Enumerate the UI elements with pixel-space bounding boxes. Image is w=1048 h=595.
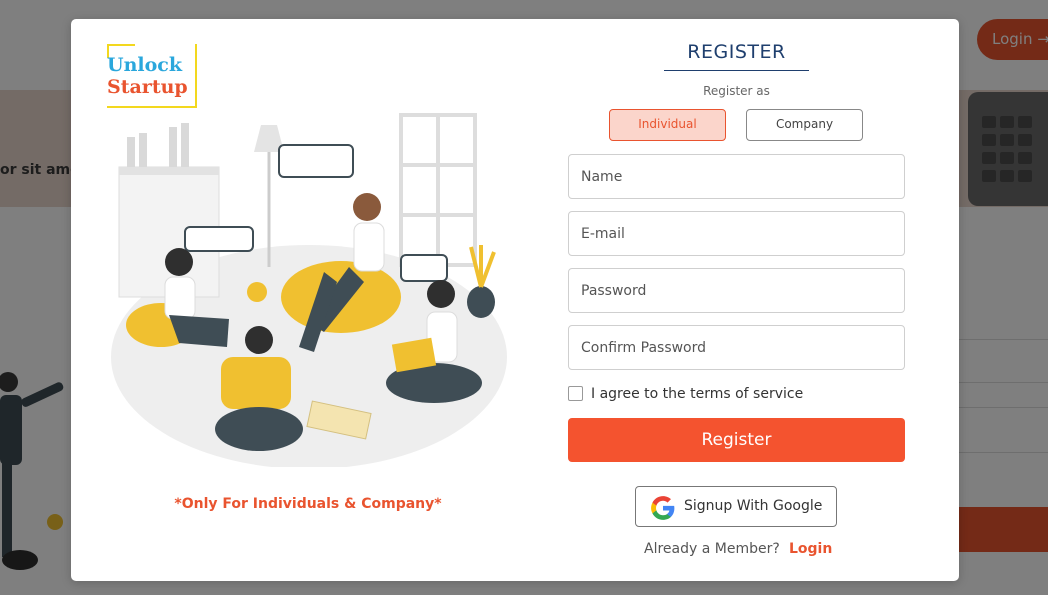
logo-text-line1: Unlock <box>107 54 183 76</box>
logo-frame-corner <box>107 44 135 46</box>
email-field[interactable] <box>568 211 905 256</box>
confirm-password-field[interactable] <box>568 325 905 370</box>
name-field[interactable] <box>568 154 905 199</box>
register-as-label: Register as <box>703 84 770 98</box>
register-button[interactable]: Register <box>568 418 905 462</box>
title-underline <box>664 70 809 71</box>
register-title: REGISTER <box>687 41 786 63</box>
register-modal: Unlock Startup *Only For Individuals & C… <box>71 19 959 581</box>
google-signup-label: Signup With Google <box>684 498 823 514</box>
password-field[interactable] <box>568 268 905 313</box>
account-type-individual-button[interactable]: Individual <box>609 109 726 141</box>
eligibility-note: *Only For Individuals & Company* <box>174 496 442 512</box>
member-prompt: Already a Member? <box>644 541 780 557</box>
google-icon <box>651 496 675 520</box>
login-link[interactable]: Login <box>789 541 832 557</box>
account-type-company-button[interactable]: Company <box>746 109 863 141</box>
terms-checkbox[interactable] <box>568 386 583 401</box>
google-signup-button[interactable]: Signup With Google <box>635 486 837 527</box>
team-discussion-illustration <box>111 113 507 467</box>
logo-text-line2: Startup <box>107 76 188 98</box>
terms-label: I agree to the terms of service <box>591 386 804 402</box>
